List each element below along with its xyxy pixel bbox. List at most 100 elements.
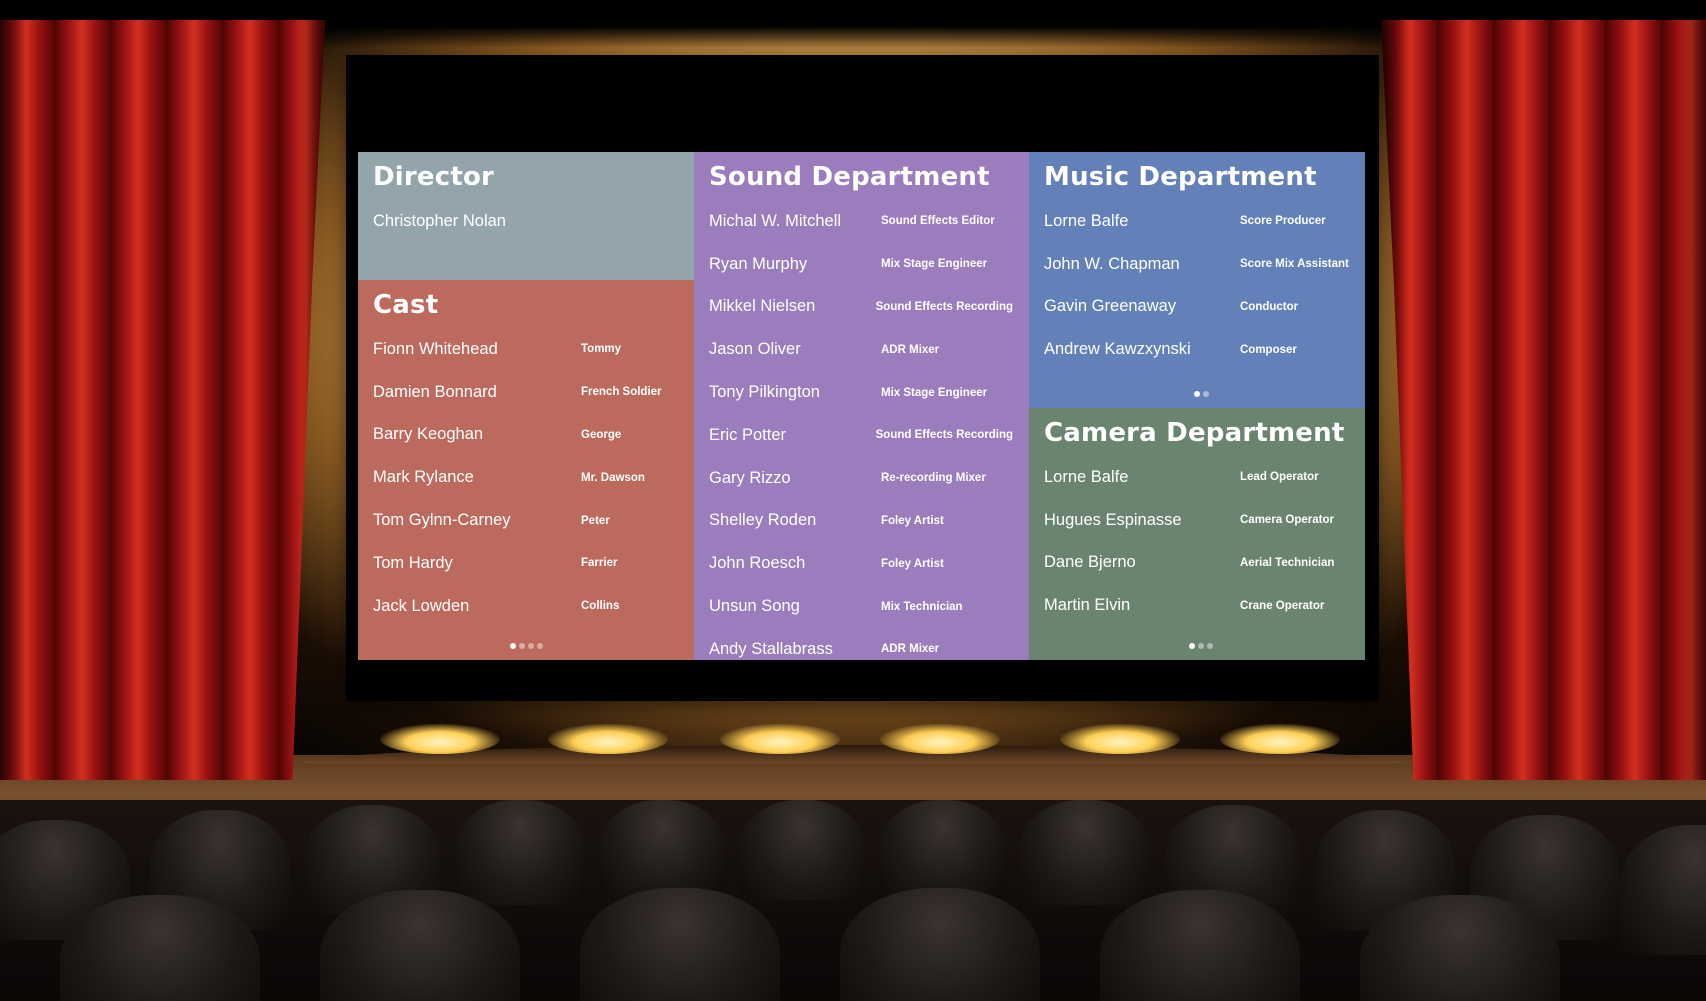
person-name: Gary Rizzo xyxy=(709,468,791,487)
stage-light xyxy=(1220,724,1340,754)
list-item[interactable]: Lorne Balfe Score Producer xyxy=(1044,200,1349,243)
person-name: Gavin Greenaway xyxy=(1044,297,1177,316)
list-item[interactable]: Eric Potter Sound Effects Recording xyxy=(709,414,1013,457)
seat xyxy=(320,890,520,1001)
page-dot[interactable] xyxy=(527,643,534,649)
list-item[interactable]: Andy Stallabrass ADR Mixer xyxy=(709,628,1013,660)
list-item[interactable]: Martin Elvin Crane Operator xyxy=(1044,584,1349,627)
list-item[interactable]: Jack Lowden Collins xyxy=(373,585,678,628)
list-item[interactable]: Christopher Nolan xyxy=(373,200,678,243)
seat xyxy=(740,800,865,900)
seat xyxy=(1360,895,1560,1001)
person-role: Tommy xyxy=(581,343,622,356)
list-item[interactable]: Tom Hardy Farrier xyxy=(373,542,678,585)
list-item[interactable]: Dane Bjerno Aerial Technician xyxy=(1044,542,1349,585)
page-dot[interactable] xyxy=(1193,391,1200,397)
list-item[interactable]: John W. Chapman Score Mix Assistant xyxy=(1044,243,1349,286)
camera-department-panel[interactable]: Camera Department Lorne Balfe Lead Opera… xyxy=(1029,408,1365,660)
person-role: Foley Artist xyxy=(881,557,944,570)
person-name: Eric Potter xyxy=(709,425,787,444)
list-item[interactable]: Unsun Song Mix Technician xyxy=(709,585,1013,628)
seat xyxy=(580,888,780,1001)
list-item[interactable]: Shelley Roden Foley Artist xyxy=(709,500,1013,543)
camera-department-title: Camera Department xyxy=(1044,418,1345,448)
credits-grid: Director Christopher Nolan Cast Fionn Wh… xyxy=(358,152,1365,660)
list-item[interactable]: Mark Rylance Mr. Dawson xyxy=(373,456,678,499)
list-item[interactable]: Jason Oliver ADR Mixer xyxy=(709,328,1013,371)
page-dot[interactable] xyxy=(536,643,543,649)
list-item[interactable]: Hugues Espinasse Camera Operator xyxy=(1044,499,1349,542)
cast-page-indicator[interactable] xyxy=(358,643,694,649)
page-dot[interactable] xyxy=(518,643,525,649)
curtain-right xyxy=(1381,20,1706,780)
music-department-list: Lorne Balfe Score Producer John W. Chapm… xyxy=(1044,200,1349,371)
list-item[interactable]: Gary Rizzo Re-recording Mixer xyxy=(709,457,1013,500)
person-role: Sound Effects Recording xyxy=(875,429,1013,442)
stage-light xyxy=(380,724,500,754)
person-role: French Soldier xyxy=(581,386,662,399)
page-dot[interactable] xyxy=(1202,391,1209,397)
person-role: Score Mix Assistant xyxy=(1240,258,1349,271)
list-item[interactable]: Andrew Kawzxynski Composer xyxy=(1044,328,1349,371)
person-name: Christopher Nolan xyxy=(373,211,506,230)
person-name: Jack Lowden xyxy=(373,596,470,615)
list-item[interactable]: Damien Bonnard French Soldier xyxy=(373,371,678,414)
music-page-indicator[interactable] xyxy=(1029,391,1365,397)
theater-environment: Director Christopher Nolan Cast Fionn Wh… xyxy=(0,0,1706,1001)
list-item[interactable]: Fionn Whitehead Tommy xyxy=(373,328,678,371)
person-name: Dane Bjerno xyxy=(1044,553,1136,572)
person-name: Andy Stallabrass xyxy=(709,639,833,658)
seat xyxy=(60,895,260,1001)
list-item[interactable]: Lorne Balfe Lead Operator xyxy=(1044,456,1349,499)
stage-light xyxy=(548,724,668,754)
list-item[interactable]: Michal W. Mitchell Sound Effects Editor xyxy=(709,200,1013,243)
person-name: Shelley Roden xyxy=(709,511,817,530)
person-role: Collins xyxy=(581,600,620,613)
director-list: Christopher Nolan xyxy=(373,200,678,243)
person-role: Lead Operator xyxy=(1240,471,1319,484)
person-name: John Roesch xyxy=(709,554,806,573)
page-dot[interactable] xyxy=(509,643,516,649)
list-item[interactable]: Gavin Greenaway Conductor xyxy=(1044,286,1349,329)
person-role: Sound Effects Editor xyxy=(881,215,995,228)
person-name: Lorne Balfe xyxy=(1044,467,1129,486)
person-role: Mix Stage Engineer xyxy=(881,258,988,271)
cast-title: Cast xyxy=(373,290,439,320)
person-role: Peter xyxy=(581,514,610,527)
person-name: Tom Gylnn-Carney xyxy=(373,511,511,530)
person-role: Composer xyxy=(1240,343,1297,356)
director-title: Director xyxy=(373,162,495,192)
cast-panel[interactable]: Cast Fionn Whitehead Tommy Damien Bonnar… xyxy=(358,280,694,660)
curtain-left xyxy=(0,20,325,780)
person-name: Mark Rylance xyxy=(373,468,474,487)
person-name: Lorne Balfe xyxy=(1044,211,1129,230)
person-role: Mr. Dawson xyxy=(581,471,645,484)
list-item[interactable]: John Roesch Foley Artist xyxy=(709,542,1013,585)
list-item[interactable]: Barry Keoghan George xyxy=(373,414,678,457)
list-item[interactable]: Ryan Murphy Mix Stage Engineer xyxy=(709,243,1013,286)
person-role: ADR Mixer xyxy=(881,343,940,356)
person-name: Fionn Whitehead xyxy=(373,339,498,358)
list-item[interactable]: Tony Pilkington Mix Stage Engineer xyxy=(709,371,1013,414)
page-dot[interactable] xyxy=(1189,643,1195,649)
sound-department-panel[interactable]: Sound Department Michal W. Mitchell Soun… xyxy=(694,152,1029,660)
music-department-title: Music Department xyxy=(1044,162,1317,192)
music-department-panel[interactable]: Music Department Lorne Balfe Score Produ… xyxy=(1029,152,1365,408)
seat xyxy=(1100,890,1300,1001)
list-item[interactable]: Mikkel Nielsen Sound Effects Recording xyxy=(709,286,1013,329)
person-name: Jason Oliver xyxy=(709,340,801,359)
person-name: Andrew Kawzxynski xyxy=(1044,340,1191,359)
page-dot[interactable] xyxy=(1207,643,1213,649)
person-name: Damien Bonnard xyxy=(373,382,497,401)
page-dot[interactable] xyxy=(1198,643,1204,649)
stage-light xyxy=(880,724,1000,754)
camera-department-list: Lorne Balfe Lead Operator Hugues Espinas… xyxy=(1044,456,1349,627)
person-role: Conductor xyxy=(1240,300,1299,313)
camera-page-indicator[interactable] xyxy=(1029,643,1365,649)
person-name: Martin Elvin xyxy=(1044,596,1131,615)
person-role: Aerial Technician xyxy=(1240,556,1335,569)
director-panel[interactable]: Director Christopher Nolan xyxy=(358,152,694,280)
person-role: George xyxy=(581,428,622,441)
seat xyxy=(1620,825,1706,955)
list-item[interactable]: Tom Gylnn-Carney Peter xyxy=(373,499,678,542)
